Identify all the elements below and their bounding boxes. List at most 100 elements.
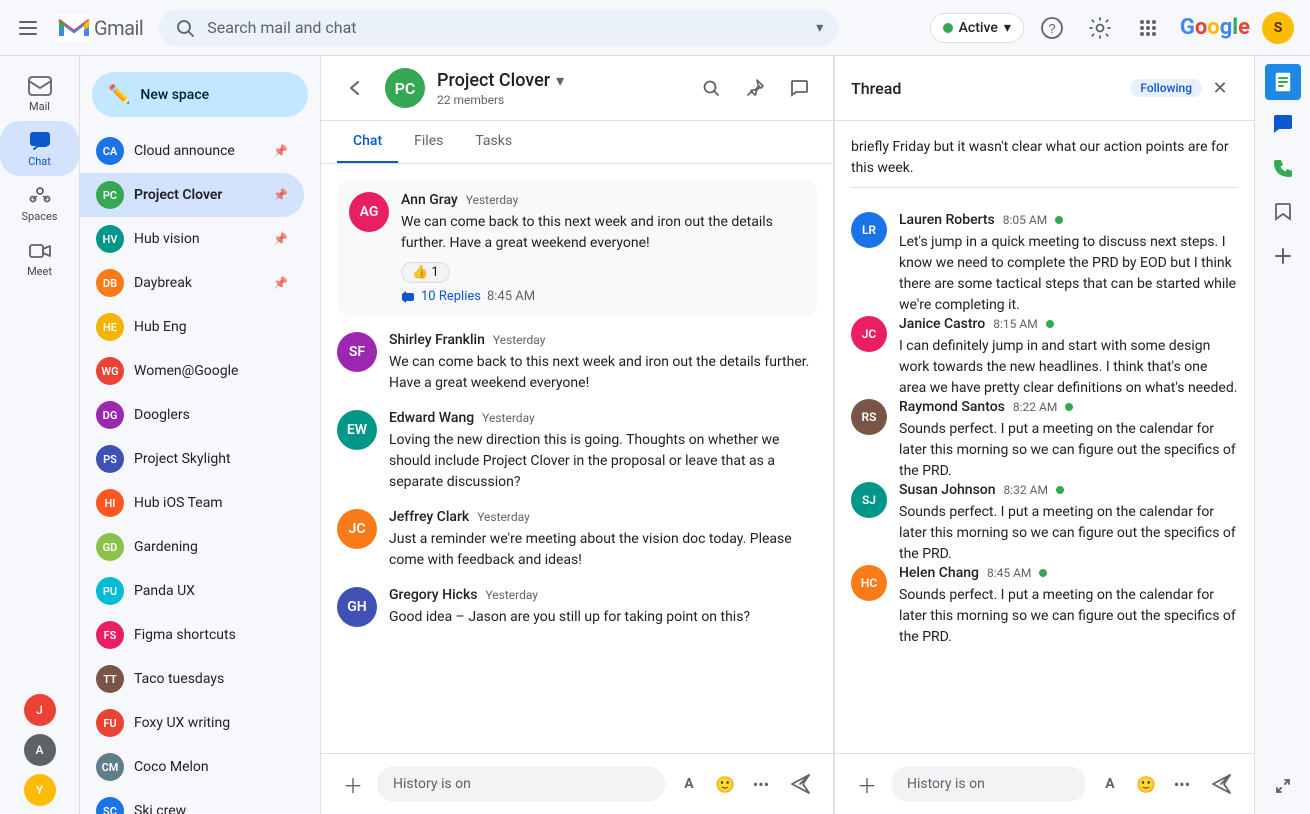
sidebar-item-dooglers[interactable]: DG Dooglers — [80, 393, 304, 437]
user-avatar-3[interactable]: Y — [24, 774, 56, 806]
thread-send-button[interactable] — [1206, 768, 1238, 800]
sidebar-item-cloud-announce[interactable]: CA Cloud announce 📌 — [80, 129, 304, 173]
emoji-button[interactable]: 🙂 — [709, 768, 741, 800]
thread-format-button[interactable]: A — [1094, 768, 1126, 800]
sidebar-avatar-hub-eng: HE — [96, 313, 124, 341]
tab-tasks[interactable]: Tasks — [459, 121, 528, 163]
thread-emoji-button[interactable]: 🙂 — [1130, 768, 1162, 800]
user-avatar-2[interactable]: A — [24, 734, 56, 766]
thread-content-t1: Lauren Roberts 8:05 AM Let's jump in a q… — [899, 212, 1238, 316]
tab-chat[interactable]: Chat — [337, 121, 398, 163]
right-add-icon[interactable] — [1263, 236, 1303, 276]
active-status-badge[interactable]: Active ▾ — [930, 13, 1024, 43]
reaction-m1[interactable]: 👍 1 — [401, 262, 450, 283]
user-avatar-top[interactable]: S — [1262, 12, 1294, 44]
sidebar-avatar-gardening: GD — [96, 533, 124, 561]
sidebar-avatar-cloud-announce: CA — [96, 137, 124, 165]
reply-time-m1: 8:45 AM — [487, 289, 535, 304]
replies-m1[interactable]: 10 Replies 8:45 AM — [401, 289, 805, 304]
thread-close-button[interactable]: ✕ — [1202, 70, 1238, 106]
right-phone-icon[interactable] — [1263, 148, 1303, 188]
thread-messages-container: LR Lauren Roberts 8:05 AM Let's jump in … — [851, 212, 1238, 648]
right-chat-icon[interactable] — [1263, 104, 1303, 144]
new-chat-button[interactable] — [781, 70, 817, 106]
sidebar-avatar-women-google: WG — [96, 357, 124, 385]
chat-label: Chat — [28, 155, 51, 168]
chat-title-text: Project Clover — [437, 70, 550, 91]
sidebar-item-project-clover[interactable]: PC Project Clover 📌 — [80, 173, 304, 217]
right-expand-icon[interactable] — [1263, 766, 1303, 806]
send-button[interactable] — [785, 768, 817, 800]
sidebar-item-foxy-ux[interactable]: FU Foxy UX writing — [80, 701, 304, 745]
chat-icon — [28, 129, 52, 153]
sidebar-item-panda-ux[interactable]: PU Panda UX — [80, 569, 304, 613]
nav-meet[interactable]: Meet — [0, 231, 79, 286]
thread-input[interactable]: History is on — [891, 766, 1086, 802]
new-space-button[interactable]: ✏️ New space — [92, 72, 308, 117]
thread-content-t5: Helen Chang 8:45 AM Sounds perfect. I pu… — [899, 565, 1238, 648]
sidebar-item-hub-vision[interactable]: HV Hub vision 📌 — [80, 217, 304, 261]
sidebar-item-project-skylight[interactable]: PS Project Skylight — [80, 437, 304, 481]
chat-input-area: ＋ History is on A 🙂 ••• — [321, 753, 833, 814]
thread-content-t3: Raymond Santos 8:22 AM Sounds perfect. I… — [899, 399, 1238, 482]
pin-button[interactable] — [737, 70, 773, 106]
sidebar-item-name-cloud-announce: Cloud announce — [134, 143, 269, 159]
format-button[interactable]: A — [673, 768, 705, 800]
nav-chat[interactable]: Chat — [0, 121, 79, 176]
chat-input[interactable]: History is on — [377, 766, 665, 802]
svg-text:?: ? — [1048, 21, 1055, 36]
hamburger-menu[interactable] — [8, 8, 48, 48]
thread-following-badge: Following — [1130, 79, 1202, 97]
apps-button[interactable] — [1128, 8, 1168, 48]
msg-avatar-m5: GH — [337, 587, 377, 627]
thread-avatar-t3: RS — [851, 399, 887, 435]
user-avatar-1[interactable]: J — [24, 694, 56, 726]
sidebar-avatar-project-skylight: PS — [96, 445, 124, 473]
sidebar-item-hub-ios[interactable]: HI Hub iOS Team — [80, 481, 304, 525]
thread-avatar-t5: HC — [851, 565, 887, 601]
sidebar-item-name-ski-crew: Ski crew — [134, 803, 288, 814]
search-dropdown-icon[interactable]: ▾ — [816, 20, 823, 36]
search-bar[interactable]: Search mail and chat ▾ — [159, 10, 839, 46]
thread-sender-t2: Janice Castro — [899, 316, 985, 332]
nav-spaces[interactable]: Spaces — [0, 176, 79, 231]
tab-files[interactable]: Files — [398, 121, 459, 163]
back-button[interactable] — [337, 70, 373, 106]
sidebar-item-gardening[interactable]: GD Gardening — [80, 525, 304, 569]
right-sheets-icon[interactable] — [1265, 64, 1301, 100]
sidebar-item-figma-shortcuts[interactable]: FS Figma shortcuts — [80, 613, 304, 657]
sidebar-item-taco-tuesdays[interactable]: TT Taco tuesdays — [80, 657, 304, 701]
settings-button[interactable] — [1080, 8, 1120, 48]
sidebar-item-women-google[interactable]: WG Women@Google — [80, 349, 304, 393]
help-button[interactable]: ? — [1032, 8, 1072, 48]
sidebar-item-ski-crew[interactable]: SC Ski crew — [80, 789, 304, 814]
msg-header-m4: Jeffrey Clark Yesterday — [389, 509, 817, 525]
sidebar-item-name-gardening: Gardening — [134, 539, 288, 555]
chat-title: Project Clover ▾ — [437, 70, 681, 91]
active-label: Active — [959, 20, 998, 36]
meet-icon — [28, 239, 52, 263]
thread-title: Thread — [851, 79, 1120, 98]
thread-time-t3: 8:22 AM — [1013, 400, 1057, 414]
sidebar-item-name-project-skylight: Project Skylight — [134, 451, 288, 467]
thread-time-t2: 8:15 AM — [993, 317, 1037, 331]
right-bookmark-icon[interactable] — [1263, 192, 1303, 232]
sidebar-item-coco-melon[interactable]: CM Coco Melon — [80, 745, 304, 789]
more-button[interactable]: ••• — [745, 768, 777, 800]
online-indicator-t5 — [1039, 569, 1047, 577]
thread-more-button[interactable]: ••• — [1166, 768, 1198, 800]
sidebar-item-daybreak[interactable]: DB Daybreak 📌 — [80, 261, 304, 305]
thread-message-t4: SJ Susan Johnson 8:32 AM Sounds perfect.… — [851, 482, 1238, 565]
chat-subtitle: 22 members — [437, 93, 681, 107]
sidebar: ✏️ New space CA Cloud announce 📌 PC Proj… — [80, 56, 320, 814]
gmail-logo: Gmail — [56, 14, 143, 42]
title-caret[interactable]: ▾ — [556, 71, 564, 90]
nav-mail[interactable]: Mail — [0, 66, 79, 121]
sidebar-item-name-dooglers: Dooglers — [134, 407, 288, 423]
thread-text-t1: Let's jump in a quick meeting to discuss… — [899, 232, 1238, 316]
chat-add-button[interactable]: ＋ — [337, 768, 369, 800]
thread-input-area: ＋ History is on A 🙂 ••• — [835, 753, 1254, 814]
thread-add-button[interactable]: ＋ — [851, 768, 883, 800]
sidebar-item-hub-eng[interactable]: HE Hub Eng — [80, 305, 304, 349]
search-chat-button[interactable] — [693, 70, 729, 106]
